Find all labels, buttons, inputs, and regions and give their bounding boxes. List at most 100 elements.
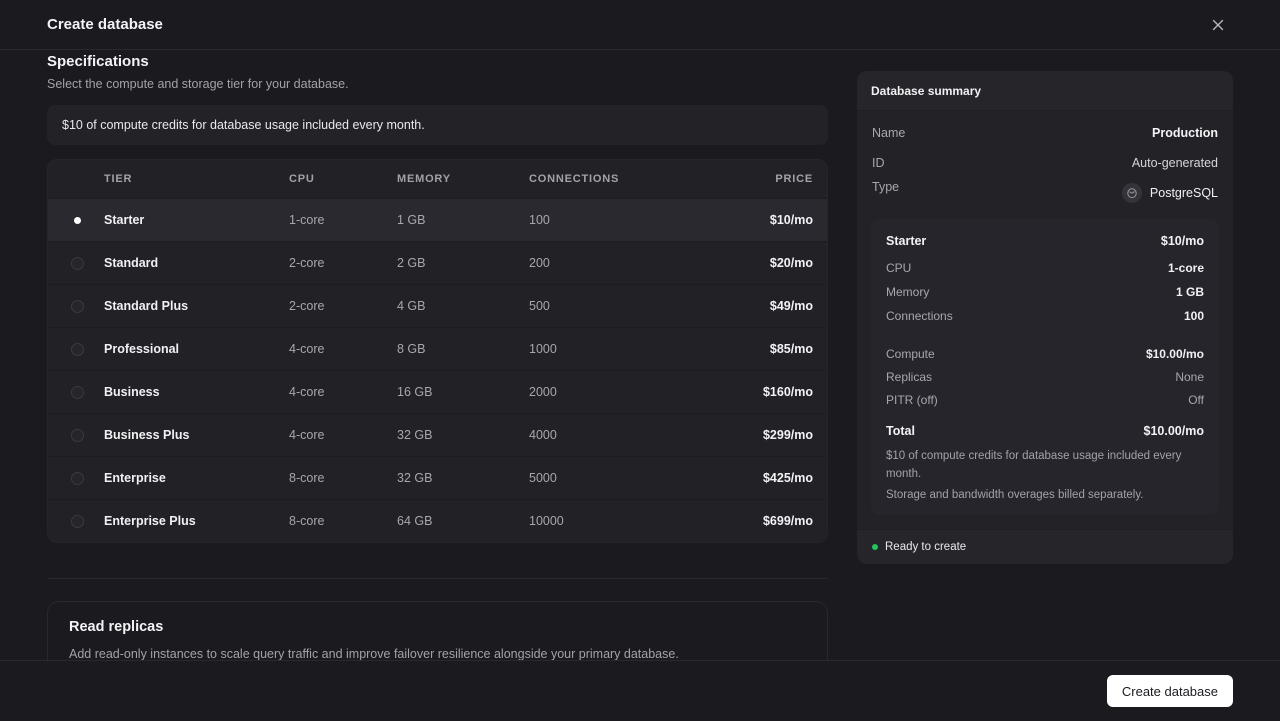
plan-pitr-label: PITR (off) [886, 393, 938, 407]
column-header-memory: MEMORY [397, 173, 451, 185]
tier-radio[interactable] [70, 342, 84, 356]
tier-price: $299/mo [762, 428, 813, 442]
plan-cpu-value: 1-core [1167, 261, 1204, 275]
tier-cpu: 2-core [289, 299, 325, 313]
close-icon [1212, 19, 1224, 31]
credit-banner: $10 of compute credits for database usag… [47, 105, 828, 145]
tier-row-enterprise[interactable]: Enterprise 8-core 32 GB 5000 $425/mo [48, 456, 827, 499]
summary-id-value: Auto-generated [1131, 156, 1218, 170]
tier-radio[interactable] [70, 299, 84, 313]
status-text: Ready to create [885, 541, 967, 553]
tier-connections: 200 [529, 256, 550, 270]
plan-cpu-row: CPU 1-core [886, 260, 1204, 276]
plan-credits-note: $10 of compute credits for database usag… [886, 450, 1182, 480]
tier-memory: 16 GB [397, 385, 433, 399]
status-dot-icon [872, 544, 878, 550]
specifications-description: Select the compute and storage tier for … [47, 77, 349, 91]
plan-pitr-row: PITR (off) Off [886, 392, 1204, 408]
plan-compute-value: $10.00/mo [1145, 347, 1204, 361]
tier-cpu: 8-core [289, 471, 325, 485]
tier-memory: 64 GB [397, 514, 433, 528]
read-replicas-card: Read replicas Add read-only instances to… [47, 601, 828, 660]
tier-cpu: 4-core [289, 342, 325, 356]
tier-cpu: 2-core [289, 256, 325, 270]
tier-name: Business [104, 385, 160, 399]
tier-price: $425/mo [762, 471, 813, 485]
tier-row-standard-plus[interactable]: Standard Plus 2-core 4 GB 500 $49/mo [48, 284, 827, 327]
tier-price: $160/mo [762, 385, 813, 399]
section-divider [47, 578, 828, 579]
plan-memory-value: 1 GB [1175, 285, 1204, 299]
tier-radio[interactable] [70, 514, 84, 528]
tier-row-enterprise-plus[interactable]: Enterprise Plus 8-core 64 GB 10000 $699/… [48, 499, 827, 542]
tier-cpu: 8-core [289, 514, 325, 528]
tier-connections: 5000 [529, 471, 557, 485]
dialog-header: Create database [0, 0, 1280, 50]
plan-memory-label: Memory [886, 285, 930, 299]
tier-memory: 8 GB [397, 342, 426, 356]
plan-compute-row: Compute $10.00/mo [886, 346, 1204, 362]
dialog-footer: Create database [0, 660, 1280, 721]
tier-connections: 4000 [529, 428, 557, 442]
specifications-section: Specifications Select the compute and st… [47, 51, 828, 660]
create-database-dialog: Create database Specifications Select th… [0, 0, 1280, 721]
postgresql-icon [1121, 183, 1142, 203]
tier-price: $49/mo [769, 299, 813, 313]
tier-memory: 1 GB [397, 213, 426, 227]
summary-title: Database summary [857, 71, 1233, 111]
summary-type-value: PostgreSQL [1149, 186, 1218, 200]
tier-name: Starter [104, 213, 145, 227]
plan-connections-row: Connections 100 [886, 308, 1204, 324]
tier-memory: 2 GB [397, 256, 426, 270]
tier-name: Enterprise [104, 471, 166, 485]
tier-name: Enterprise Plus [104, 514, 196, 528]
dialog-title: Create database [47, 16, 163, 33]
tier-table: TIER CPU MEMORY CONNECTIONS PRICE Starte… [47, 159, 828, 543]
read-replicas-title: Read replicas [69, 619, 164, 635]
close-button[interactable] [1208, 15, 1228, 35]
database-summary-panel: Database summary Name Production ID Auto… [857, 71, 1233, 564]
tier-radio[interactable] [71, 214, 84, 227]
tier-name: Business Plus [104, 428, 190, 442]
tier-memory: 4 GB [397, 299, 426, 313]
tier-radio[interactable] [70, 385, 84, 399]
tier-memory: 32 GB [397, 471, 433, 485]
tier-connections: 100 [529, 213, 550, 227]
summary-type-label: Type [872, 180, 900, 194]
plan-total-label: Total [886, 424, 915, 438]
plan-cpu-label: CPU [886, 261, 912, 275]
read-replicas-description: Add read-only instances to scale query t… [69, 647, 679, 660]
tier-row-business-plus[interactable]: Business Plus 4-core 32 GB 4000 $299/mo [48, 413, 827, 456]
tier-cpu: 4-core [289, 428, 325, 442]
summary-type-row: Type PostgreSQL [857, 179, 1233, 205]
create-database-button[interactable]: Create database [1106, 675, 1233, 707]
tier-radio[interactable] [70, 256, 84, 270]
tier-cpu: 4-core [289, 385, 325, 399]
tier-table-header: TIER CPU MEMORY CONNECTIONS PRICE [48, 160, 827, 198]
tier-name: Standard Plus [104, 299, 189, 313]
tier-row-professional[interactable]: Professional 4-core 8 GB 1000 $85/mo [48, 327, 827, 370]
plan-tier-name: Starter [886, 234, 927, 248]
column-header-connections: CONNECTIONS [529, 173, 620, 185]
tier-radio[interactable] [70, 471, 84, 485]
credit-banner-text: $10 of compute credits for database usag… [62, 118, 425, 132]
tier-name: Professional [104, 342, 180, 356]
summary-id-row: ID Auto-generated [857, 155, 1233, 171]
plan-compute-label: Compute [886, 347, 935, 361]
summary-name-label: Name [872, 126, 906, 140]
specifications-title: Specifications [47, 53, 149, 70]
tier-price: $85/mo [769, 342, 813, 356]
tier-radio[interactable] [70, 428, 84, 442]
plan-pitr-value: Off [1188, 393, 1204, 407]
tier-price: $20/mo [769, 256, 813, 270]
tier-name: Standard [104, 256, 159, 270]
tier-row-standard[interactable]: Standard 2-core 2 GB 200 $20/mo [48, 241, 827, 284]
column-header-tier: TIER [104, 173, 133, 185]
dialog-body[interactable]: Specifications Select the compute and st… [0, 51, 1280, 660]
plan-connections-value: 100 [1183, 309, 1204, 323]
tier-row-starter[interactable]: Starter 1-core 1 GB 100 $10/mo [48, 198, 827, 241]
plan-replicas-label: Replicas [886, 370, 933, 384]
summary-name-row: Name Production [857, 125, 1233, 141]
plan-connections-label: Connections [886, 309, 953, 323]
tier-row-business[interactable]: Business 4-core 16 GB 2000 $160/mo [48, 370, 827, 413]
